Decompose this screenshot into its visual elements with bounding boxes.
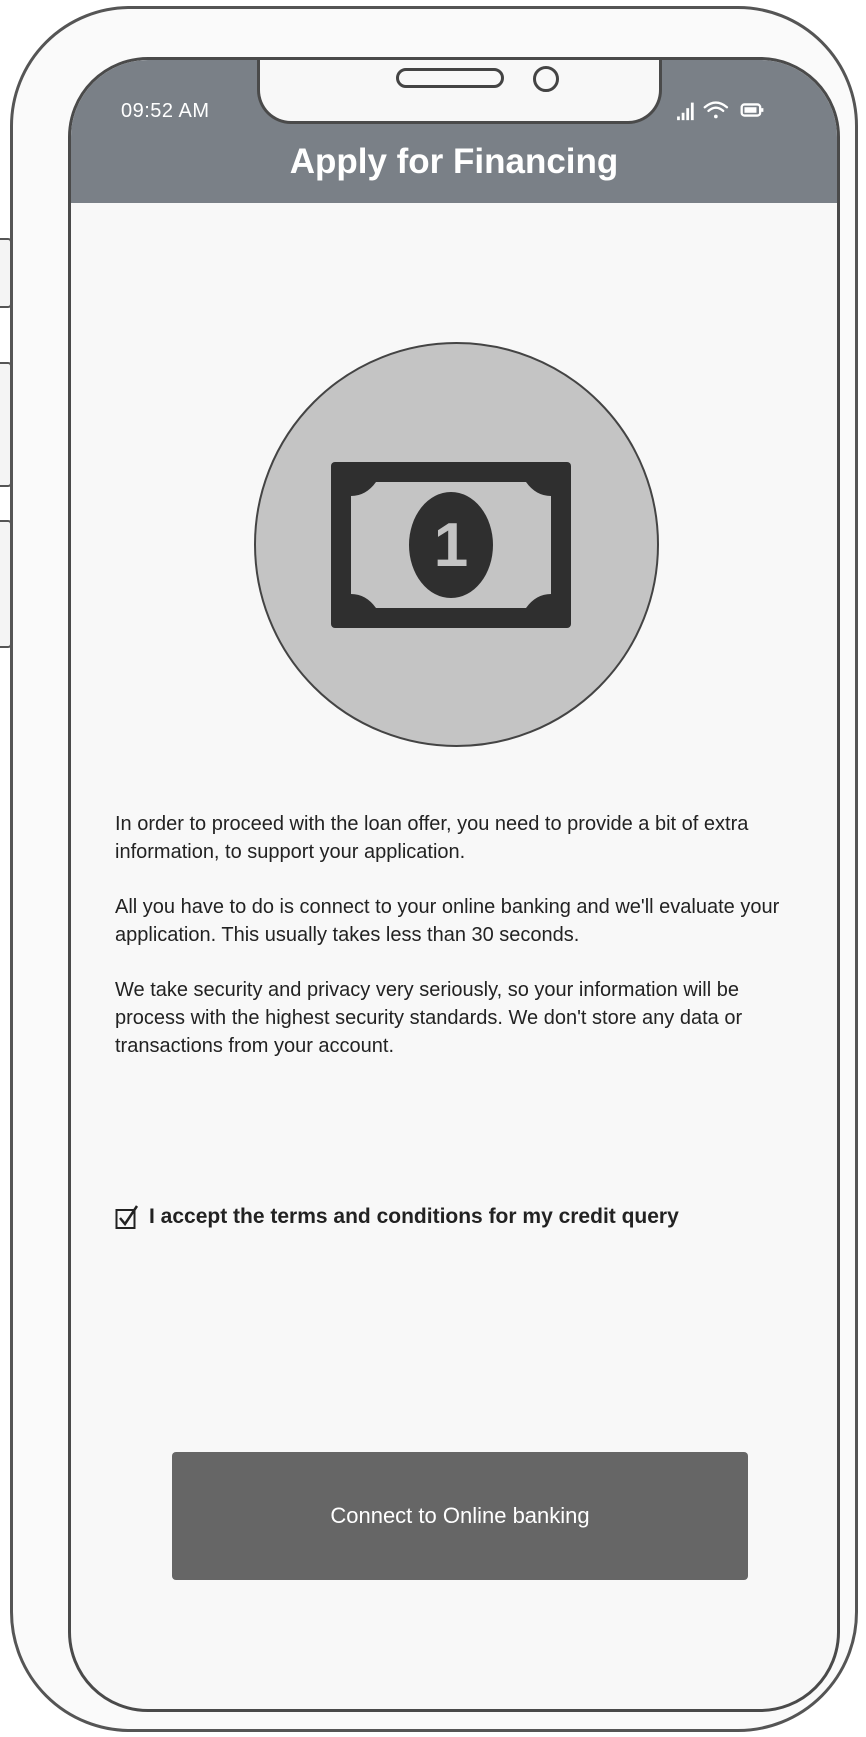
info-paragraph-1: In order to proceed with the loan offer,… — [115, 813, 749, 863]
status-icons — [677, 101, 764, 121]
info-text: In order to proceed with the loan offer,… — [115, 810, 805, 1087]
status-time: 09:52 AM — [121, 100, 210, 122]
dollar-bill-icon: 1 — [331, 462, 571, 628]
signal-icon — [677, 102, 694, 121]
page-title: Apply for Financing — [289, 142, 619, 181]
front-camera — [533, 66, 559, 92]
terms-checkbox-row[interactable]: I accept the terms and conditions for my… — [115, 1205, 679, 1229]
speaker-grille — [396, 68, 504, 88]
battery-icon — [740, 103, 764, 117]
connect-online-banking-button[interactable]: Connect to Online banking — [172, 1452, 748, 1580]
wifi-icon — [703, 101, 729, 119]
hero-illustration: 1 — [254, 342, 659, 747]
checkbox-checked-icon[interactable] — [115, 1205, 139, 1229]
terms-label: I accept the terms and conditions for my… — [149, 1205, 679, 1228]
info-paragraph-3: We take security and privacy very seriou… — [115, 979, 743, 1057]
phone-frame: 09:52 AM Apply for Financing 1 In order … — [10, 6, 858, 1732]
svg-text:1: 1 — [434, 511, 468, 580]
phone-screen: 09:52 AM Apply for Financing 1 In order … — [68, 57, 840, 1712]
info-paragraph-2: All you have to do is connect to your on… — [115, 896, 780, 946]
